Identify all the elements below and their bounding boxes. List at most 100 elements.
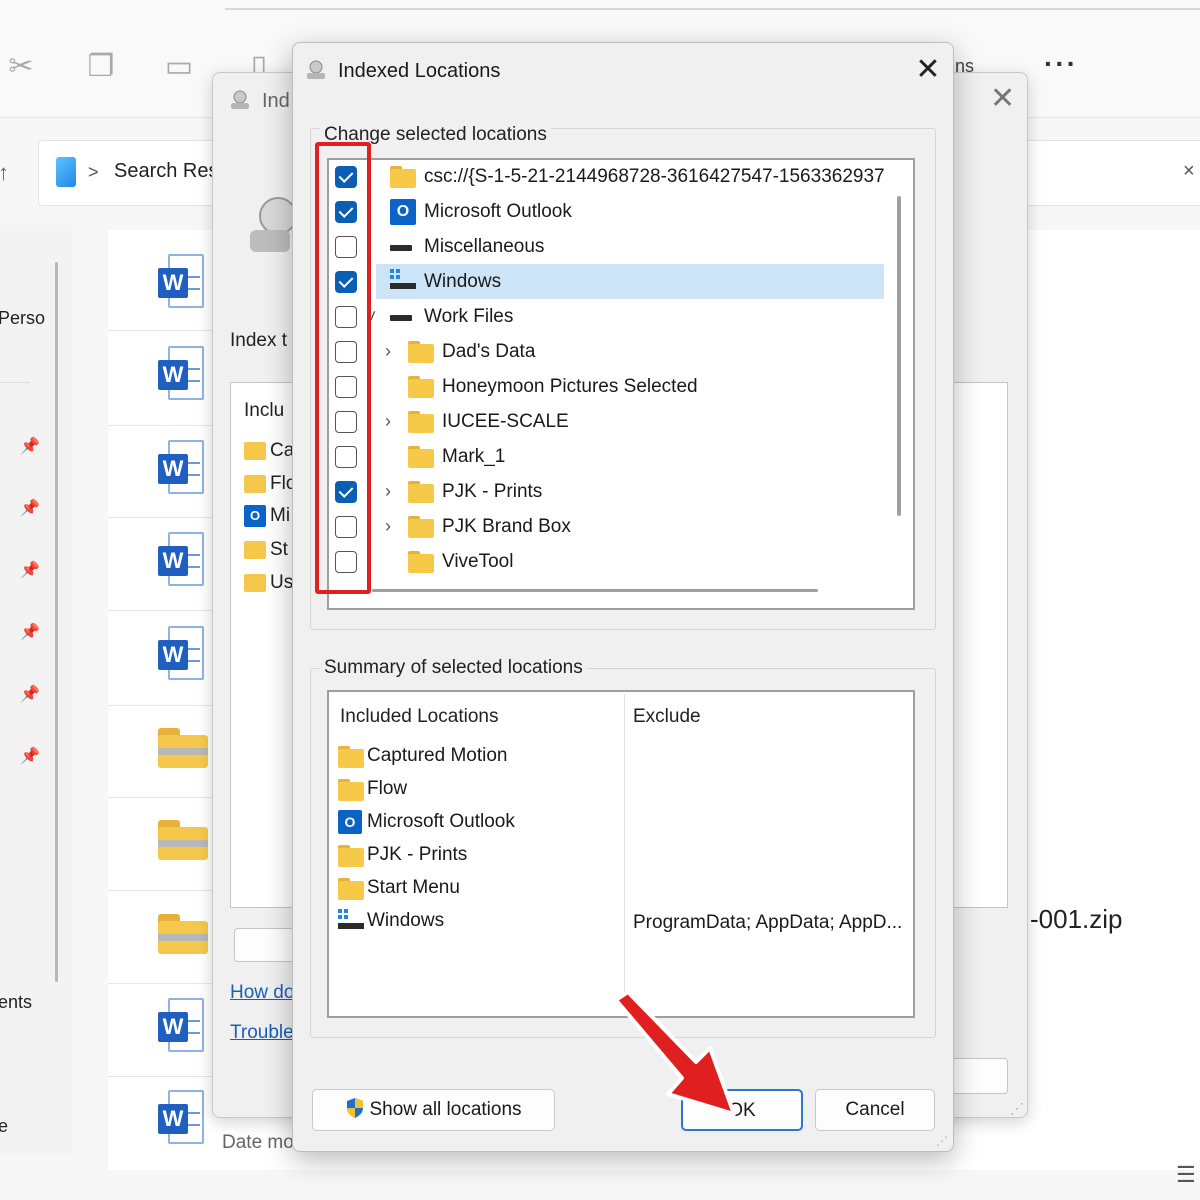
troubleshoot-link[interactable]: Trouble [230, 1022, 294, 1044]
pin-icon: 📌 [20, 624, 40, 641]
tree-row[interactable] [330, 300, 886, 335]
breadcrumb-chevron: > [88, 162, 99, 182]
included-location-item: O Microsoft Outlook [338, 810, 618, 838]
folder-icon [244, 475, 266, 493]
resize-grip[interactable]: ⋰ [1010, 1100, 1024, 1117]
included-location-item: PJK - Prints [338, 843, 618, 871]
folder-icon [338, 878, 364, 900]
tree-row-label: PJK Brand Box [442, 516, 571, 537]
back-dialog-title: Ind [262, 90, 290, 112]
tree-row-label: ViveTool [442, 551, 514, 572]
folder-icon [408, 516, 434, 538]
close-icon[interactable]: ✕ [910, 52, 946, 88]
outlook-icon: O [338, 810, 362, 834]
included-location-item: Flow [338, 777, 618, 805]
windows-drive-icon [390, 269, 416, 293]
indexing-icon [231, 90, 249, 109]
exclude-header: Exclude [633, 706, 701, 727]
drive-icon [390, 315, 412, 321]
help-link[interactable]: How do [230, 982, 294, 1004]
pin-icon: 📌 [20, 438, 40, 455]
indexing-icon [307, 60, 325, 79]
folder-icon [338, 845, 364, 867]
zip-folder-icon[interactable] [158, 914, 208, 954]
back-close-button[interactable] [950, 1058, 1008, 1094]
tree-row[interactable] [330, 230, 886, 265]
pin-icon: 📌 [20, 562, 40, 579]
details-view-icon[interactable]: ☰ [1176, 1162, 1196, 1188]
up-arrow-icon[interactable]: ↑ [0, 160, 9, 186]
folder-icon [244, 442, 266, 460]
tree-vertical-scrollbar[interactable] [897, 196, 901, 516]
red-pointer-arrow [614, 990, 736, 1116]
expand-chevron-icon[interactable]: › [381, 411, 395, 432]
word-document-icon[interactable]: W [158, 254, 204, 312]
folder-icon [408, 446, 434, 468]
word-document-icon[interactable]: W [158, 440, 204, 498]
back-locations-list-right [948, 382, 1008, 908]
folder-icon [408, 376, 434, 398]
pin-icon: 📌 [20, 500, 40, 517]
word-document-icon[interactable]: W [158, 532, 204, 590]
explorer-title-strip [225, 0, 1200, 10]
folder-icon [408, 481, 434, 503]
back-close-icon[interactable]: ✕ [990, 84, 1015, 114]
expand-chevron-icon[interactable]: › [381, 481, 395, 502]
more-options-icon[interactable]: ··· [1044, 48, 1078, 80]
pin-icon: 📌 [20, 686, 40, 703]
cut-icon[interactable]: ✂ [6, 50, 36, 84]
tree-row-label: Microsoft Outlook [424, 201, 572, 222]
folder-icon [338, 779, 364, 801]
tree-row-label: IUCEE-SCALE [442, 411, 569, 432]
included-location-item: Start Menu [338, 876, 618, 904]
drive-icon [390, 245, 412, 251]
folder-icon [408, 341, 434, 363]
nav-divider [0, 382, 30, 383]
tree-row-label: PJK - Prints [442, 481, 543, 502]
summary-label: Summary of selected locations [320, 657, 587, 679]
included-location-label: Start Menu [367, 877, 460, 898]
show-all-locations-button[interactable]: Show all locations [312, 1089, 555, 1131]
resize-grip[interactable]: ⋰ [936, 1134, 948, 1148]
word-document-icon[interactable]: W [158, 1090, 204, 1148]
included-location-label: Flow [367, 778, 408, 799]
tree-row-label: csc://{S-1-5-21-2144968728-3616427547-15… [424, 166, 884, 187]
tree-row-label: Dad's Data [442, 341, 536, 362]
zip-folder-icon[interactable] [158, 820, 208, 860]
tree-row-label: Windows [424, 271, 502, 292]
expand-chevron-icon[interactable]: › [381, 516, 395, 537]
tree-row-label: Miscellaneous [424, 236, 545, 257]
folder-icon [408, 551, 434, 573]
folder-icon [408, 411, 434, 433]
included-location-label: Captured Motion [367, 745, 508, 766]
back-index-label: Index t [230, 330, 288, 351]
dialog-title: Indexed Locations [338, 60, 501, 82]
paste-icon[interactable]: ▭ [164, 50, 194, 84]
column-header-date[interactable]: Date mo [222, 1132, 294, 1154]
search-results-icon [56, 157, 76, 187]
pin-icon: 📌 [20, 748, 40, 765]
word-document-icon[interactable]: W [158, 998, 204, 1056]
nav-scrollbar[interactable] [55, 262, 58, 982]
windows-drive-icon [338, 909, 364, 933]
file-name-fragment[interactable]: -001.zip [1030, 904, 1123, 935]
clear-search-icon[interactable]: × [1183, 160, 1195, 183]
exclude-windows-value: ProgramData; AppData; AppD... [633, 912, 903, 933]
nav-item-fragment[interactable]: e [0, 1116, 8, 1137]
word-document-icon[interactable]: W [158, 626, 204, 684]
word-document-icon[interactable]: W [158, 346, 204, 404]
tree-horizontal-scrollbar[interactable] [372, 589, 818, 592]
copy-icon[interactable]: ❐ [86, 50, 116, 84]
nav-item-fragment[interactable]: Perso [0, 308, 45, 329]
back-list-header: Inclu [244, 400, 285, 421]
outlook-icon: O [244, 505, 266, 527]
expand-chevron-icon[interactable]: › [381, 341, 395, 362]
zip-folder-icon[interactable] [158, 728, 208, 768]
included-location-item: Windows [338, 909, 618, 937]
cancel-button[interactable]: Cancel [815, 1089, 935, 1131]
nav-item-fragment[interactable]: ents [0, 992, 32, 1013]
summary-column-divider [624, 694, 625, 1014]
included-locations-header: Included Locations [340, 706, 499, 727]
included-location-item: Captured Motion [338, 744, 618, 772]
show-all-label: Show all locations [369, 1099, 522, 1120]
